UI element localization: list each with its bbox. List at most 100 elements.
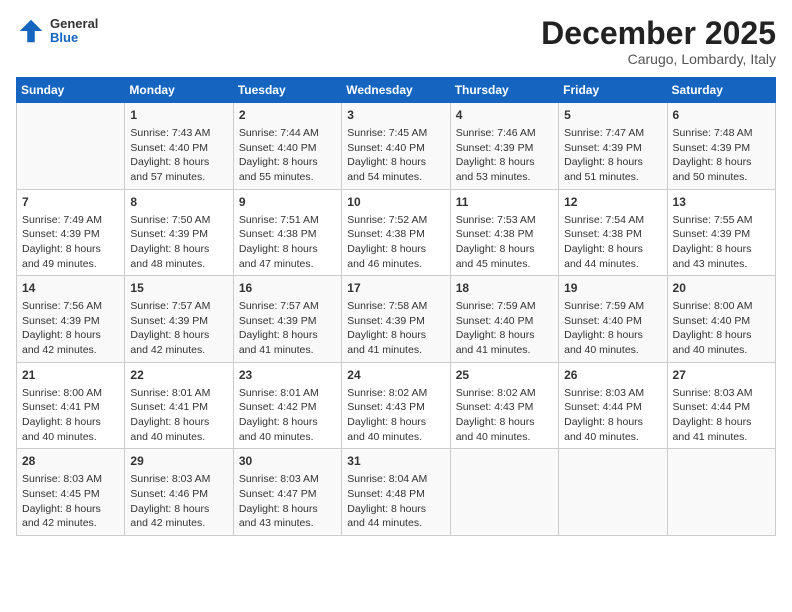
day-number: 3 (347, 107, 444, 124)
day-header-tuesday: Tuesday (233, 78, 341, 103)
day-number: 13 (673, 194, 770, 211)
day-number: 8 (130, 194, 227, 211)
day-info: Sunrise: 8:03 AM Sunset: 4:44 PM Dayligh… (673, 386, 770, 445)
calendar-cell (17, 103, 125, 190)
calendar-cell (667, 449, 775, 536)
logo-text: General Blue (50, 17, 98, 46)
calendar-cell: 16Sunrise: 7:57 AM Sunset: 4:39 PM Dayli… (233, 276, 341, 363)
day-number: 21 (22, 367, 119, 384)
calendar-week-row: 14Sunrise: 7:56 AM Sunset: 4:39 PM Dayli… (17, 276, 776, 363)
day-info: Sunrise: 8:03 AM Sunset: 4:45 PM Dayligh… (22, 472, 119, 531)
day-info: Sunrise: 7:43 AM Sunset: 4:40 PM Dayligh… (130, 126, 227, 185)
calendar-cell: 19 Sunrise: 7:59 AM Sunset: 4:40 PM Dayli… (559, 276, 667, 363)
calendar-cell: 15 Sunrise: 7:57 AM Sunset: 4:39 PM Dayli… (125, 276, 233, 363)
day-info: Sunrise: 7:46 AM Sunset: 4:39 PM Dayligh… (456, 126, 553, 185)
calendar-week-row: 7 Sunrise: 7:49 AM Sunset: 4:39 PM Daylig… (17, 189, 776, 276)
day-header-sunday: Sunday (17, 78, 125, 103)
day-header-monday: Monday (125, 78, 233, 103)
day-info: Sunrise: 7:56 AM Sunset: 4:39 PM Dayligh… (22, 299, 119, 358)
day-number: 22 (130, 367, 227, 384)
calendar-cell: 30 Sunrise: 8:03 AM Sunset: 4:47 PM Dayli… (233, 449, 341, 536)
day-info: Sunrise: 7:44 AM Sunset: 4:40 PM Dayligh… (239, 126, 336, 185)
day-number: 4 (456, 107, 553, 124)
day-number: 25 (456, 367, 553, 384)
calendar-cell: 28 Sunrise: 8:03 AM Sunset: 4:45 PM Dayli… (17, 449, 125, 536)
calendar-cell: 25 Sunrise: 8:02 AM Sunset: 4:43 PM Dayli… (450, 362, 558, 449)
location-subtitle: Carugo, Lombardy, Italy (541, 51, 776, 67)
calendar-cell: 27 Sunrise: 8:03 AM Sunset: 4:44 PM Dayli… (667, 362, 775, 449)
day-info: Sunrise: 7:50 AM Sunset: 4:39 PM Dayligh… (130, 213, 227, 272)
day-number: 27 (673, 367, 770, 384)
day-number: 31 (347, 453, 444, 470)
month-title: December 2025 (541, 16, 776, 51)
calendar-cell: 20Sunrise: 8:00 AM Sunset: 4:40 PM Dayli… (667, 276, 775, 363)
day-number: 19 (564, 280, 661, 297)
logo-blue: Blue (50, 31, 98, 45)
calendar-cell: 14Sunrise: 7:56 AM Sunset: 4:39 PM Dayli… (17, 276, 125, 363)
day-number: 2 (239, 107, 336, 124)
day-number: 28 (22, 453, 119, 470)
day-number: 9 (239, 194, 336, 211)
calendar-cell: 3 Sunrise: 7:45 AM Sunset: 4:40 PM Daylig… (342, 103, 450, 190)
day-number: 1 (130, 107, 227, 124)
day-number: 10 (347, 194, 444, 211)
calendar-cell: 13 Sunrise: 7:55 AM Sunset: 4:39 PM Dayli… (667, 189, 775, 276)
day-number: 16 (239, 280, 336, 297)
day-header-saturday: Saturday (667, 78, 775, 103)
day-number: 24 (347, 367, 444, 384)
day-number: 6 (673, 107, 770, 124)
day-info: Sunrise: 8:03 AM Sunset: 4:44 PM Dayligh… (564, 386, 661, 445)
calendar-cell: 22 Sunrise: 8:01 AM Sunset: 4:41 PM Dayli… (125, 362, 233, 449)
logo-general: General (50, 17, 98, 31)
day-info: Sunrise: 7:49 AM Sunset: 4:39 PM Dayligh… (22, 213, 119, 272)
day-info: Sunrise: 8:00 AM Sunset: 4:40 PM Dayligh… (673, 299, 770, 358)
calendar-week-row: 28 Sunrise: 8:03 AM Sunset: 4:45 PM Dayli… (17, 449, 776, 536)
calendar-cell: 31Sunrise: 8:04 AM Sunset: 4:48 PM Dayli… (342, 449, 450, 536)
day-info: Sunrise: 8:03 AM Sunset: 4:47 PM Dayligh… (239, 472, 336, 531)
day-info: Sunrise: 7:57 AM Sunset: 4:39 PM Dayligh… (130, 299, 227, 358)
day-header-wednesday: Wednesday (342, 78, 450, 103)
calendar-cell: 7 Sunrise: 7:49 AM Sunset: 4:39 PM Daylig… (17, 189, 125, 276)
calendar-cell: 10 Sunrise: 7:52 AM Sunset: 4:38 PM Dayli… (342, 189, 450, 276)
day-header-friday: Friday (559, 78, 667, 103)
calendar-cell: 23 Sunrise: 8:01 AM Sunset: 4:42 PM Dayli… (233, 362, 341, 449)
day-number: 12 (564, 194, 661, 211)
day-info: Sunrise: 7:47 AM Sunset: 4:39 PM Dayligh… (564, 126, 661, 185)
day-info: Sunrise: 8:00 AM Sunset: 4:41 PM Dayligh… (22, 386, 119, 445)
day-number: 5 (564, 107, 661, 124)
day-number: 15 (130, 280, 227, 297)
calendar-table: SundayMondayTuesdayWednesdayThursdayFrid… (16, 77, 776, 536)
day-number: 11 (456, 194, 553, 211)
day-number: 29 (130, 453, 227, 470)
day-info: Sunrise: 8:03 AM Sunset: 4:46 PM Dayligh… (130, 472, 227, 531)
day-number: 7 (22, 194, 119, 211)
calendar-cell: 8 Sunrise: 7:50 AM Sunset: 4:39 PM Daylig… (125, 189, 233, 276)
day-info: Sunrise: 7:52 AM Sunset: 4:38 PM Dayligh… (347, 213, 444, 272)
day-info: Sunrise: 7:45 AM Sunset: 4:40 PM Dayligh… (347, 126, 444, 185)
calendar-cell: 6Sunrise: 7:48 AM Sunset: 4:39 PM Daylig… (667, 103, 775, 190)
day-info: Sunrise: 7:59 AM Sunset: 4:40 PM Dayligh… (456, 299, 553, 358)
calendar-week-row: 21 Sunrise: 8:00 AM Sunset: 4:41 PM Dayli… (17, 362, 776, 449)
calendar-cell: 29 Sunrise: 8:03 AM Sunset: 4:46 PM Dayli… (125, 449, 233, 536)
day-info: Sunrise: 7:51 AM Sunset: 4:38 PM Dayligh… (239, 213, 336, 272)
day-number: 23 (239, 367, 336, 384)
day-info: Sunrise: 7:58 AM Sunset: 4:39 PM Dayligh… (347, 299, 444, 358)
page-header: General Blue December 2025 Carugo, Lomba… (16, 16, 776, 67)
calendar-cell: 5 Sunrise: 7:47 AM Sunset: 4:39 PM Daylig… (559, 103, 667, 190)
calendar-cell: 4 Sunrise: 7:46 AM Sunset: 4:39 PM Daylig… (450, 103, 558, 190)
day-number: 18 (456, 280, 553, 297)
day-info: Sunrise: 8:01 AM Sunset: 4:41 PM Dayligh… (130, 386, 227, 445)
day-number: 26 (564, 367, 661, 384)
day-info: Sunrise: 7:59 AM Sunset: 4:40 PM Dayligh… (564, 299, 661, 358)
day-number: 30 (239, 453, 336, 470)
calendar-cell (450, 449, 558, 536)
calendar-cell: 18 Sunrise: 7:59 AM Sunset: 4:40 PM Dayli… (450, 276, 558, 363)
day-info: Sunrise: 7:55 AM Sunset: 4:39 PM Dayligh… (673, 213, 770, 272)
day-info: Sunrise: 8:01 AM Sunset: 4:42 PM Dayligh… (239, 386, 336, 445)
calendar-cell: 2 Sunrise: 7:44 AM Sunset: 4:40 PM Daylig… (233, 103, 341, 190)
day-info: Sunrise: 7:54 AM Sunset: 4:38 PM Dayligh… (564, 213, 661, 272)
day-info: Sunrise: 8:02 AM Sunset: 4:43 PM Dayligh… (347, 386, 444, 445)
calendar-cell (559, 449, 667, 536)
calendar-cell: 1 Sunrise: 7:43 AM Sunset: 4:40 PM Daylig… (125, 103, 233, 190)
day-info: Sunrise: 8:02 AM Sunset: 4:43 PM Dayligh… (456, 386, 553, 445)
